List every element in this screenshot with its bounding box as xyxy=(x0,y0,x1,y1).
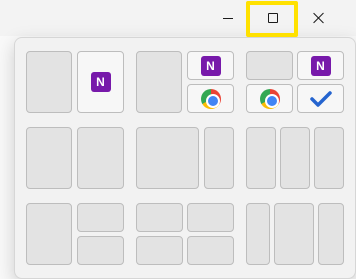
snap-zone-left-large[interactable] xyxy=(136,127,199,189)
snap-layout-quad xyxy=(136,203,234,265)
snap-zone-left[interactable] xyxy=(136,51,182,113)
snap-zone-top-left[interactable] xyxy=(136,203,183,232)
snap-zone-left[interactable] xyxy=(26,127,72,189)
chrome-icon xyxy=(200,88,221,109)
minimize-icon xyxy=(223,17,233,19)
snap-zone-right[interactable] xyxy=(318,203,344,265)
snap-layout-half-two-quarters xyxy=(26,203,124,265)
snap-zone-bottom-right[interactable] xyxy=(187,84,234,113)
snap-zone-top-right[interactable] xyxy=(77,203,124,232)
snap-layouts-flyout: N N N xyxy=(14,37,356,279)
snap-zone-top-right[interactable]: N xyxy=(187,51,234,80)
snap-layout-quarter-half-quarter xyxy=(246,203,344,265)
snap-layout-four-quarters: N xyxy=(246,51,344,113)
snap-zone-right[interactable]: N xyxy=(77,51,124,113)
snap-zone-bottom-left[interactable] xyxy=(136,236,183,265)
window-titlebar xyxy=(0,0,356,36)
snap-layout-three-columns xyxy=(246,127,344,189)
snap-zone-right-small[interactable] xyxy=(204,127,234,189)
snap-zone-left[interactable] xyxy=(246,127,276,189)
chrome-icon xyxy=(259,88,280,109)
snap-zone-top-right[interactable] xyxy=(187,203,234,232)
snap-zone-left[interactable] xyxy=(26,51,72,113)
snap-layout-two-thirds-one-third xyxy=(136,127,234,189)
todo-icon xyxy=(309,90,332,107)
snap-zone-bottom-right[interactable] xyxy=(297,84,344,113)
onenote-icon: N xyxy=(310,55,335,76)
snap-zone-left[interactable] xyxy=(26,203,72,265)
snap-zone-bottom-right[interactable] xyxy=(187,236,234,265)
snap-zone-top-right[interactable]: N xyxy=(297,51,344,80)
maximize-highlight-box xyxy=(246,1,298,37)
snap-zone-bottom-left[interactable] xyxy=(246,84,293,113)
snap-zone-center[interactable] xyxy=(274,203,314,265)
snap-zone-right[interactable] xyxy=(77,127,124,189)
snap-zone-right[interactable] xyxy=(314,127,344,189)
snap-layout-half-half: N xyxy=(26,51,124,113)
close-button[interactable] xyxy=(296,0,342,36)
close-icon xyxy=(313,12,325,24)
onenote-icon: N xyxy=(200,55,225,76)
snap-zone-left[interactable] xyxy=(246,203,270,265)
snap-layout-half-half-2 xyxy=(26,127,124,189)
snap-zone-top-left[interactable] xyxy=(246,51,293,80)
onenote-icon: N xyxy=(90,72,115,92)
snap-zone-center[interactable] xyxy=(280,127,310,189)
snap-zone-bottom-right[interactable] xyxy=(77,236,124,265)
snap-layout-half-quarters: N xyxy=(136,51,234,113)
minimize-button[interactable] xyxy=(205,0,251,36)
